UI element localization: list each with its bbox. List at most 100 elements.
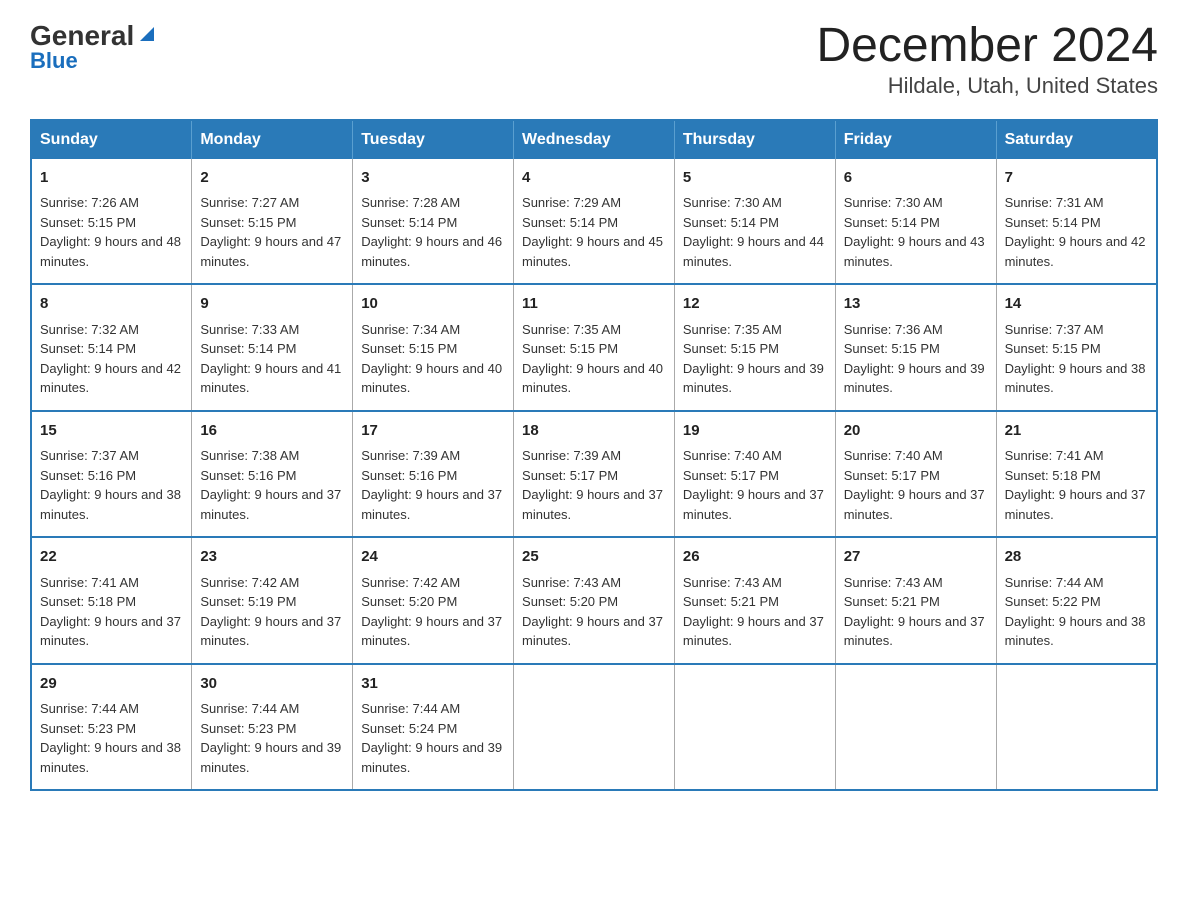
calendar-table: SundayMondayTuesdayWednesdayThursdayFrid… [30, 119, 1158, 792]
col-header-thursday: Thursday [674, 120, 835, 159]
day-info: Sunrise: 7:41 AMSunset: 5:18 PMDaylight:… [1005, 448, 1146, 522]
calendar-cell: 25 Sunrise: 7:43 AMSunset: 5:20 PMDaylig… [514, 537, 675, 664]
day-info: Sunrise: 7:33 AMSunset: 5:14 PMDaylight:… [200, 322, 341, 396]
day-number: 16 [200, 420, 344, 443]
day-number: 13 [844, 293, 988, 316]
day-number: 4 [522, 167, 666, 190]
calendar-cell: 30 Sunrise: 7:44 AMSunset: 5:23 PMDaylig… [192, 664, 353, 791]
day-number: 8 [40, 293, 183, 316]
day-number: 31 [361, 673, 505, 696]
calendar-cell: 27 Sunrise: 7:43 AMSunset: 5:21 PMDaylig… [835, 537, 996, 664]
day-number: 9 [200, 293, 344, 316]
day-info: Sunrise: 7:42 AMSunset: 5:20 PMDaylight:… [361, 575, 502, 649]
calendar-cell: 11 Sunrise: 7:35 AMSunset: 5:15 PMDaylig… [514, 284, 675, 411]
day-info: Sunrise: 7:32 AMSunset: 5:14 PMDaylight:… [40, 322, 181, 396]
calendar-cell: 29 Sunrise: 7:44 AMSunset: 5:23 PMDaylig… [31, 664, 192, 791]
day-info: Sunrise: 7:40 AMSunset: 5:17 PMDaylight:… [683, 448, 824, 522]
calendar-cell [674, 664, 835, 791]
calendar-cell: 15 Sunrise: 7:37 AMSunset: 5:16 PMDaylig… [31, 411, 192, 538]
calendar-cell: 5 Sunrise: 7:30 AMSunset: 5:14 PMDayligh… [674, 159, 835, 285]
month-year-title: December 2024 [816, 20, 1158, 73]
day-number: 28 [1005, 546, 1148, 569]
calendar-cell: 21 Sunrise: 7:41 AMSunset: 5:18 PMDaylig… [996, 411, 1157, 538]
day-number: 2 [200, 167, 344, 190]
day-number: 5 [683, 167, 827, 190]
calendar-cell: 18 Sunrise: 7:39 AMSunset: 5:17 PMDaylig… [514, 411, 675, 538]
calendar-header-row: SundayMondayTuesdayWednesdayThursdayFrid… [31, 120, 1157, 159]
col-header-wednesday: Wednesday [514, 120, 675, 159]
day-info: Sunrise: 7:44 AMSunset: 5:23 PMDaylight:… [40, 701, 181, 775]
calendar-cell [835, 664, 996, 791]
day-number: 7 [1005, 167, 1148, 190]
col-header-saturday: Saturday [996, 120, 1157, 159]
calendar-cell [996, 664, 1157, 791]
day-number: 17 [361, 420, 505, 443]
day-info: Sunrise: 7:38 AMSunset: 5:16 PMDaylight:… [200, 448, 341, 522]
calendar-cell: 14 Sunrise: 7:37 AMSunset: 5:15 PMDaylig… [996, 284, 1157, 411]
calendar-cell: 28 Sunrise: 7:44 AMSunset: 5:22 PMDaylig… [996, 537, 1157, 664]
calendar-cell: 20 Sunrise: 7:40 AMSunset: 5:17 PMDaylig… [835, 411, 996, 538]
day-number: 19 [683, 420, 827, 443]
day-number: 20 [844, 420, 988, 443]
day-number: 11 [522, 293, 666, 316]
calendar-cell: 26 Sunrise: 7:43 AMSunset: 5:21 PMDaylig… [674, 537, 835, 664]
col-header-friday: Friday [835, 120, 996, 159]
day-number: 14 [1005, 293, 1148, 316]
day-number: 26 [683, 546, 827, 569]
calendar-cell: 9 Sunrise: 7:33 AMSunset: 5:14 PMDayligh… [192, 284, 353, 411]
day-info: Sunrise: 7:36 AMSunset: 5:15 PMDaylight:… [844, 322, 985, 396]
day-info: Sunrise: 7:43 AMSunset: 5:21 PMDaylight:… [683, 575, 824, 649]
day-number: 30 [200, 673, 344, 696]
calendar-cell: 4 Sunrise: 7:29 AMSunset: 5:14 PMDayligh… [514, 159, 675, 285]
day-number: 21 [1005, 420, 1148, 443]
day-number: 27 [844, 546, 988, 569]
calendar-cell: 19 Sunrise: 7:40 AMSunset: 5:17 PMDaylig… [674, 411, 835, 538]
calendar-cell: 6 Sunrise: 7:30 AMSunset: 5:14 PMDayligh… [835, 159, 996, 285]
title-area: December 2024 Hildale, Utah, United Stat… [816, 20, 1158, 99]
calendar-cell: 1 Sunrise: 7:26 AMSunset: 5:15 PMDayligh… [31, 159, 192, 285]
calendar-cell [514, 664, 675, 791]
calendar-week-3: 15 Sunrise: 7:37 AMSunset: 5:16 PMDaylig… [31, 411, 1157, 538]
col-header-tuesday: Tuesday [353, 120, 514, 159]
day-info: Sunrise: 7:31 AMSunset: 5:14 PMDaylight:… [1005, 195, 1146, 269]
calendar-cell: 12 Sunrise: 7:35 AMSunset: 5:15 PMDaylig… [674, 284, 835, 411]
calendar-week-4: 22 Sunrise: 7:41 AMSunset: 5:18 PMDaylig… [31, 537, 1157, 664]
day-info: Sunrise: 7:40 AMSunset: 5:17 PMDaylight:… [844, 448, 985, 522]
day-info: Sunrise: 7:35 AMSunset: 5:15 PMDaylight:… [683, 322, 824, 396]
day-number: 3 [361, 167, 505, 190]
calendar-week-5: 29 Sunrise: 7:44 AMSunset: 5:23 PMDaylig… [31, 664, 1157, 791]
day-number: 22 [40, 546, 183, 569]
day-info: Sunrise: 7:39 AMSunset: 5:16 PMDaylight:… [361, 448, 502, 522]
day-info: Sunrise: 7:43 AMSunset: 5:20 PMDaylight:… [522, 575, 663, 649]
day-number: 25 [522, 546, 666, 569]
calendar-cell: 13 Sunrise: 7:36 AMSunset: 5:15 PMDaylig… [835, 284, 996, 411]
day-number: 29 [40, 673, 183, 696]
day-number: 23 [200, 546, 344, 569]
logo: General Blue [30, 20, 158, 74]
location-subtitle: Hildale, Utah, United States [816, 73, 1158, 99]
calendar-cell: 10 Sunrise: 7:34 AMSunset: 5:15 PMDaylig… [353, 284, 514, 411]
calendar-cell: 22 Sunrise: 7:41 AMSunset: 5:18 PMDaylig… [31, 537, 192, 664]
col-header-sunday: Sunday [31, 120, 192, 159]
day-info: Sunrise: 7:34 AMSunset: 5:15 PMDaylight:… [361, 322, 502, 396]
day-info: Sunrise: 7:41 AMSunset: 5:18 PMDaylight:… [40, 575, 181, 649]
calendar-cell: 7 Sunrise: 7:31 AMSunset: 5:14 PMDayligh… [996, 159, 1157, 285]
day-number: 18 [522, 420, 666, 443]
day-info: Sunrise: 7:44 AMSunset: 5:22 PMDaylight:… [1005, 575, 1146, 649]
day-info: Sunrise: 7:29 AMSunset: 5:14 PMDaylight:… [522, 195, 663, 269]
day-number: 24 [361, 546, 505, 569]
calendar-cell: 16 Sunrise: 7:38 AMSunset: 5:16 PMDaylig… [192, 411, 353, 538]
calendar-cell: 24 Sunrise: 7:42 AMSunset: 5:20 PMDaylig… [353, 537, 514, 664]
day-number: 1 [40, 167, 183, 190]
calendar-week-1: 1 Sunrise: 7:26 AMSunset: 5:15 PMDayligh… [31, 159, 1157, 285]
calendar-cell: 2 Sunrise: 7:27 AMSunset: 5:15 PMDayligh… [192, 159, 353, 285]
calendar-cell: 3 Sunrise: 7:28 AMSunset: 5:14 PMDayligh… [353, 159, 514, 285]
day-info: Sunrise: 7:37 AMSunset: 5:16 PMDaylight:… [40, 448, 181, 522]
day-info: Sunrise: 7:37 AMSunset: 5:15 PMDaylight:… [1005, 322, 1146, 396]
calendar-cell: 17 Sunrise: 7:39 AMSunset: 5:16 PMDaylig… [353, 411, 514, 538]
page-header: General Blue December 2024 Hildale, Utah… [30, 20, 1158, 99]
day-info: Sunrise: 7:27 AMSunset: 5:15 PMDaylight:… [200, 195, 341, 269]
calendar-week-2: 8 Sunrise: 7:32 AMSunset: 5:14 PMDayligh… [31, 284, 1157, 411]
day-number: 15 [40, 420, 183, 443]
calendar-cell: 23 Sunrise: 7:42 AMSunset: 5:19 PMDaylig… [192, 537, 353, 664]
